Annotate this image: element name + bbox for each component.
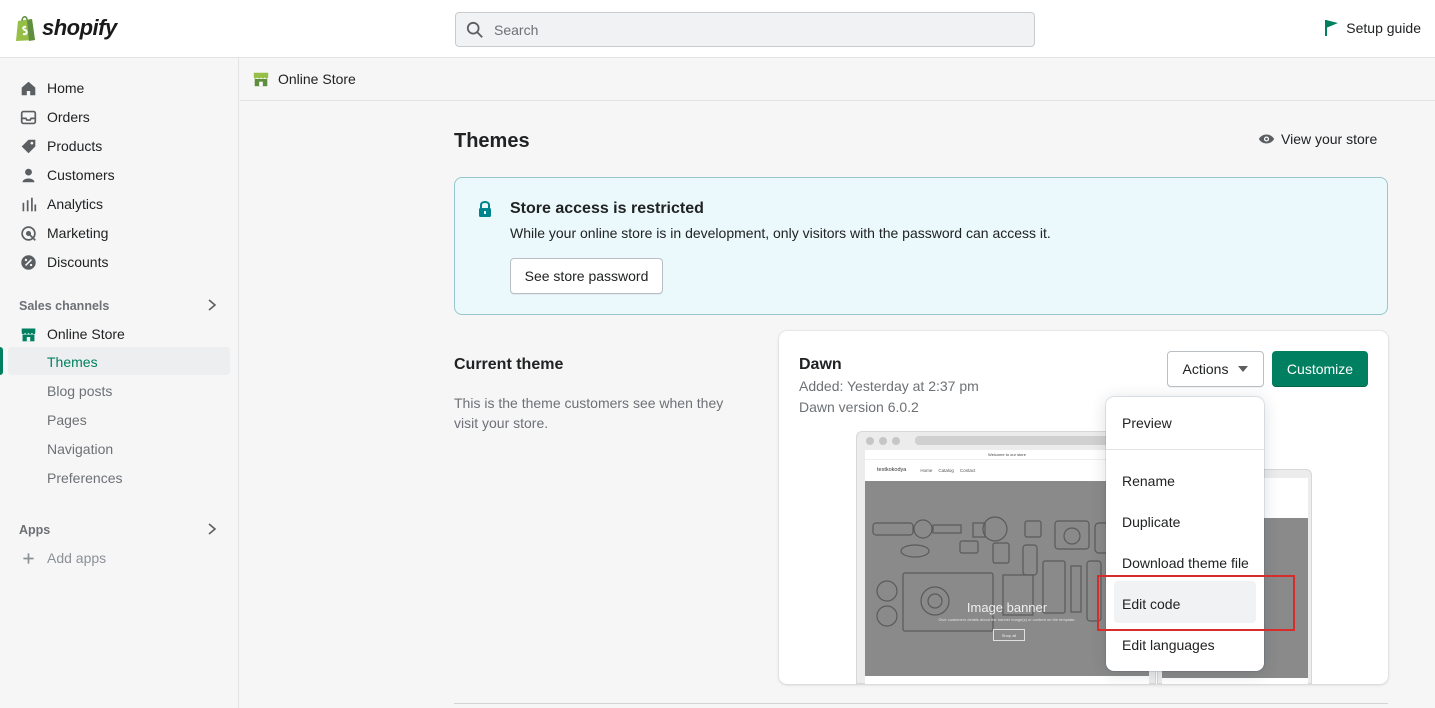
store-icon — [253, 72, 269, 87]
menu-divider — [1106, 449, 1264, 450]
sales-channels-label: Sales channels — [19, 299, 110, 313]
active-item-indicator — [0, 347, 3, 375]
preview-nav-item: Home — [920, 467, 933, 473]
search-bar[interactable] — [455, 12, 1035, 47]
current-theme-card: Dawn Added: Yesterday at 2:37 pm Dawn ve… — [779, 331, 1388, 684]
store-access-banner: Store access is restricted While your on… — [454, 177, 1388, 315]
section-divider — [454, 703, 1388, 704]
customize-button[interactable]: Customize — [1272, 351, 1368, 387]
theme-added: Added: Yesterday at 2:37 pm — [799, 378, 979, 394]
sidebar-subitem-pages[interactable]: Pages — [47, 412, 87, 428]
banner-text: While your online store is in developmen… — [510, 225, 1051, 241]
sidebar-item-label: Marketing — [47, 225, 109, 241]
sidebar: Home Orders Products Customers Analytics… — [0, 58, 239, 708]
current-theme-description: This is the theme customers see when the… — [454, 395, 724, 431]
bar-chart-icon — [20, 196, 37, 213]
sidebar-subitem-blog-posts[interactable]: Blog posts — [47, 383, 112, 399]
store-icon — [20, 326, 37, 343]
search-icon — [466, 21, 483, 38]
sidebar-item-marketing[interactable]: Marketing — [20, 222, 108, 244]
preview-hero-button: Shop all — [993, 629, 1025, 641]
actions-label: Actions — [1182, 361, 1229, 377]
sidebar-item-customers[interactable]: Customers — [20, 164, 115, 186]
eye-icon — [1258, 134, 1275, 144]
actions-dropdown-button[interactable]: Actions — [1167, 351, 1264, 387]
top-bar: shopify Setup guide — [0, 0, 1435, 58]
banner-title: Store access is restricted — [510, 200, 704, 217]
sidebar-item-home[interactable]: Home — [20, 77, 84, 99]
caret-down-icon — [1238, 366, 1249, 372]
current-theme-heading: Current theme — [454, 356, 564, 373]
menu-item-edit-languages[interactable]: Edit languages — [1122, 637, 1215, 653]
menu-item-duplicate[interactable]: Duplicate — [1122, 514, 1180, 530]
active-item-highlight — [8, 347, 230, 375]
sidebar-item-products[interactable]: Products — [20, 135, 102, 157]
preview-nav: Home Catalog Contact — [920, 468, 975, 473]
shopify-bag-icon — [16, 16, 35, 41]
theme-name: Dawn — [799, 356, 842, 373]
preview-nav-item: Contact — [959, 467, 976, 473]
menu-item-rename[interactable]: Rename — [1122, 473, 1175, 489]
sidebar-subitem-preferences[interactable]: Preferences — [47, 470, 122, 486]
page-title: Themes — [454, 130, 530, 152]
breadcrumb-label[interactable]: Online Store — [278, 71, 356, 87]
sidebar-subitem-navigation[interactable]: Navigation — [47, 441, 113, 457]
sidebar-item-discounts[interactable]: Discounts — [20, 251, 108, 273]
add-apps-button[interactable]: Add apps — [20, 547, 106, 569]
view-store-link[interactable]: View your store — [1258, 131, 1377, 147]
menu-item-preview[interactable]: Preview — [1122, 415, 1172, 431]
plus-icon — [20, 550, 37, 567]
theme-version: Dawn version 6.0.2 — [799, 399, 919, 415]
chevron-right-icon[interactable] — [205, 298, 219, 312]
sidebar-item-label: Customers — [47, 167, 115, 183]
sidebar-item-orders[interactable]: Orders — [20, 106, 90, 128]
breadcrumb: Online Store — [240, 58, 1435, 101]
chevron-right-icon[interactable] — [205, 522, 219, 536]
inbox-icon — [20, 109, 37, 126]
preview-nav-item: Catalog — [938, 467, 954, 473]
sidebar-subitem-themes[interactable]: Themes — [47, 354, 98, 370]
sidebar-item-label: Home — [47, 80, 85, 96]
add-apps-label: Add apps — [47, 550, 107, 566]
person-icon — [20, 167, 37, 184]
sidebar-item-online-store[interactable]: Online Store — [20, 323, 125, 345]
sidebar-item-analytics[interactable]: Analytics — [20, 193, 103, 215]
view-store-label: View your store — [1281, 131, 1378, 147]
menu-item-download-theme-file[interactable]: Download theme file — [1122, 555, 1249, 571]
sidebar-item-label: Discounts — [47, 254, 109, 270]
see-store-password-button[interactable]: See store password — [510, 258, 663, 294]
target-icon — [20, 225, 37, 242]
discount-icon — [20, 254, 37, 271]
preview-store-name: testkokodya — [877, 467, 907, 473]
sidebar-item-label: Orders — [47, 109, 90, 125]
edit-code-annotation-box — [1097, 575, 1295, 631]
home-icon — [20, 80, 37, 97]
brand-name: shopify — [42, 15, 117, 40]
shopify-logo[interactable]: shopify — [14, 14, 117, 42]
sidebar-item-label: Analytics — [47, 196, 104, 212]
tag-icon — [20, 138, 37, 155]
search-input[interactable] — [494, 21, 994, 38]
sidebar-item-label: Products — [47, 138, 103, 154]
setup-guide-label: Setup guide — [1346, 20, 1421, 36]
apps-label: Apps — [19, 523, 51, 537]
lock-icon — [479, 201, 491, 217]
sidebar-item-label: Online Store — [47, 326, 125, 342]
window-dots — [866, 437, 900, 445]
flag-icon — [1325, 20, 1339, 36]
setup-guide-button[interactable]: Setup guide — [1324, 19, 1421, 37]
